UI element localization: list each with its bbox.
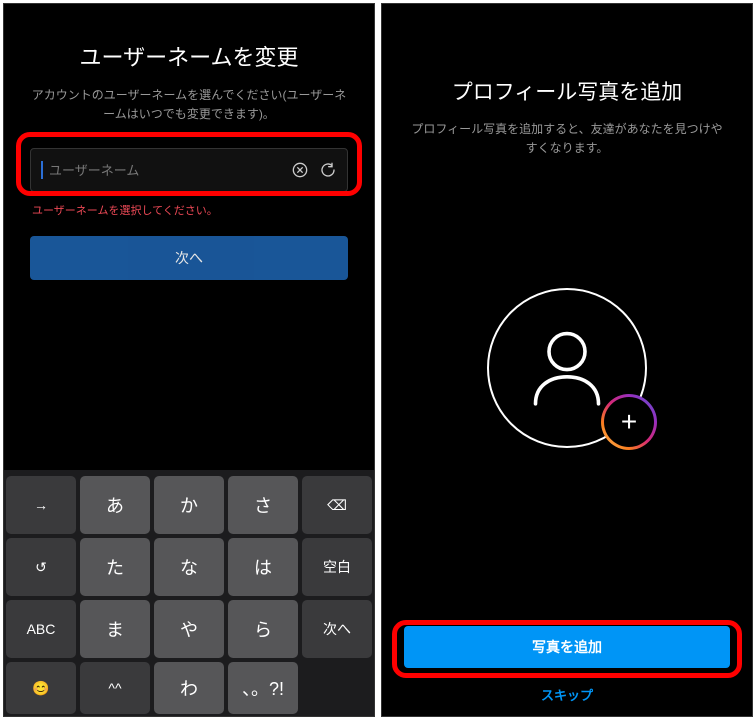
key-ABC[interactable]: ABC <box>6 600 76 658</box>
username-input[interactable] <box>41 163 281 178</box>
avatar-circle[interactable]: + <box>487 288 647 448</box>
key-ま[interactable]: ま <box>80 600 150 658</box>
key-😊[interactable]: 😊 <box>6 662 76 714</box>
next-button[interactable]: 次へ <box>30 236 348 280</box>
key-や[interactable]: や <box>154 600 224 658</box>
key-→[interactable]: → <box>6 476 76 534</box>
key-、。?![interactable]: 、。?! <box>228 662 298 714</box>
key-わ[interactable]: わ <box>154 662 224 714</box>
page-subtitle: アカウントのユーザーネームを選んでください(ユーザーネームはいつでも変更できます… <box>28 86 350 124</box>
key-か[interactable]: か <box>154 476 224 534</box>
person-icon <box>522 321 612 416</box>
plus-icon: + <box>621 406 637 438</box>
screen-add-photo: プロフィール写真を追加 プロフィール写真を追加すると、友達があなたを見つけやすく… <box>381 3 753 717</box>
avatar-placeholder: + <box>382 288 752 448</box>
key-空白[interactable]: 空白 <box>302 538 372 596</box>
add-badge[interactable]: + <box>601 394 657 450</box>
username-error: ユーザーネームを選択してください。 <box>32 202 346 218</box>
key-ら[interactable]: ら <box>228 600 298 658</box>
screen-change-username: ユーザーネームを変更 アカウントのユーザーネームを選んでください(ユーザーネーム… <box>3 3 375 717</box>
page-title: プロフィール写真を追加 <box>382 76 752 106</box>
page-title: ユーザーネームを変更 <box>4 40 374 72</box>
key-⌫[interactable]: ⌫ <box>302 476 372 534</box>
key-た[interactable]: た <box>80 538 150 596</box>
loading-icon <box>319 161 337 179</box>
page-subtitle: プロフィール写真を追加すると、友達があなたを見つけやすくなります。 <box>410 120 724 158</box>
key-^^[interactable]: ^^ <box>80 662 150 714</box>
clear-icon[interactable] <box>291 161 309 179</box>
keyboard: →あかさ⌫ ↺たなは空白 ABCまやら次へ 😊^^わ、。?! <box>4 470 374 716</box>
key-は[interactable]: は <box>228 538 298 596</box>
key-な[interactable]: な <box>154 538 224 596</box>
key-↺[interactable]: ↺ <box>6 538 76 596</box>
key-あ[interactable]: あ <box>80 476 150 534</box>
username-input-wrap <box>30 148 348 192</box>
key-次へ[interactable]: 次へ <box>302 600 372 658</box>
key-さ[interactable]: さ <box>228 476 298 534</box>
skip-link[interactable]: スキップ <box>382 685 752 704</box>
add-photo-button[interactable]: 写真を追加 <box>404 626 730 668</box>
